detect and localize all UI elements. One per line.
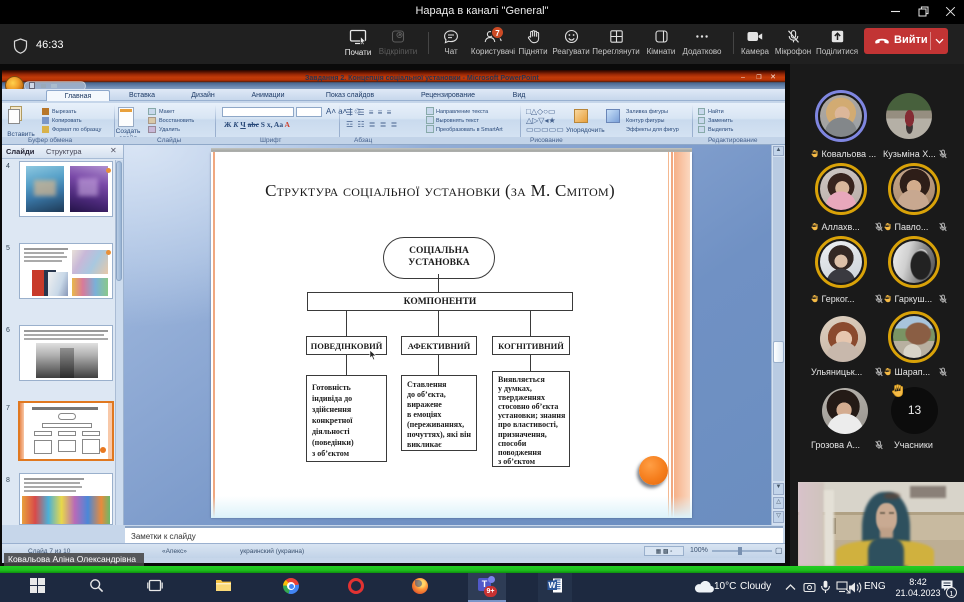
svg-text:W: W bbox=[548, 581, 556, 590]
